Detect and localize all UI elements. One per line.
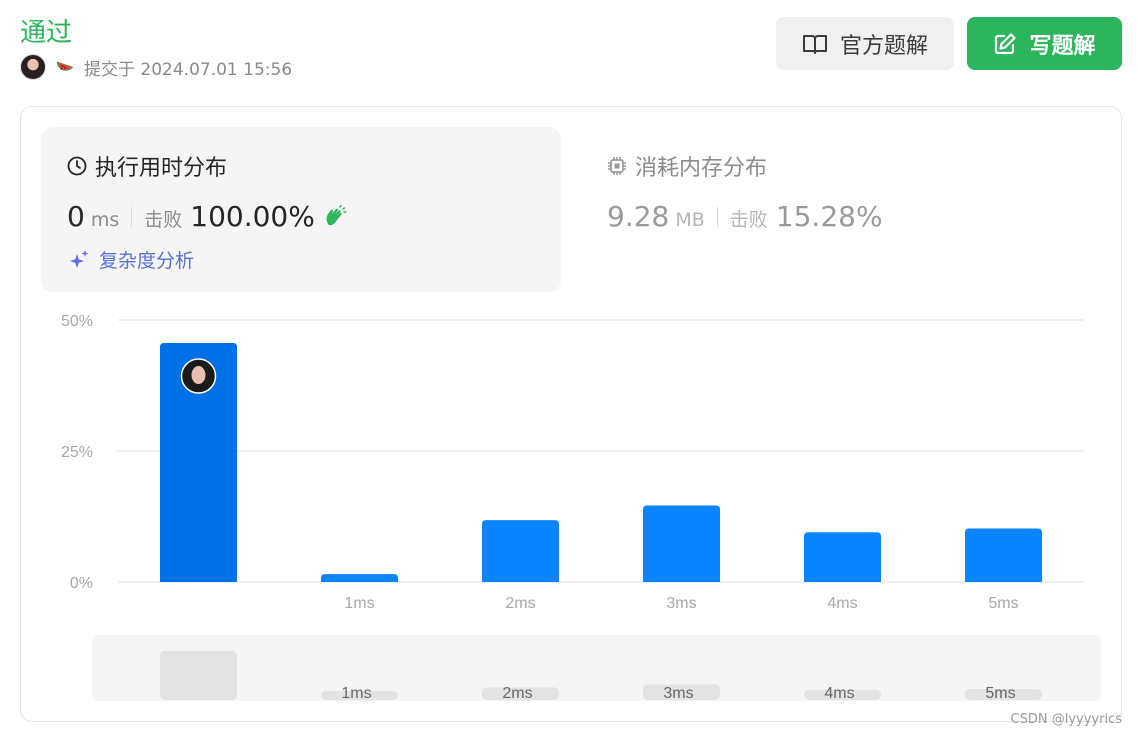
y-tick-label: 50%: [61, 313, 93, 330]
bar: [321, 574, 398, 582]
bar: [643, 505, 720, 582]
overview-label: 1ms: [341, 685, 371, 702]
avatar-face: [191, 366, 206, 385]
overview-label: 2ms: [502, 685, 532, 702]
overview-label: 4ms: [824, 685, 854, 702]
overview-bar: [160, 651, 237, 700]
y-tick-label: 0%: [70, 575, 93, 592]
x-tick-label: 4ms: [827, 595, 857, 612]
runtime-distribution-chart: 0% 25% 50% 1ms 2ms 3ms 4ms 5ms 1ms 2ms 3ms 4ms 5ms: [61, 313, 1101, 702]
overview-strip: [92, 635, 1101, 701]
overview-label: 3ms: [663, 685, 693, 702]
bar: [804, 532, 881, 582]
x-tick-label: 3ms: [666, 595, 696, 612]
overview-label: 5ms: [985, 685, 1015, 702]
bar: [482, 520, 559, 582]
x-tick-label: 2ms: [505, 595, 535, 612]
y-tick-label: 25%: [61, 444, 93, 461]
watermark: CSDN @lyyyyrics: [1010, 712, 1122, 727]
x-tick-label: 1ms: [344, 595, 374, 612]
x-tick-label: 5ms: [988, 595, 1018, 612]
bar: [965, 528, 1042, 582]
